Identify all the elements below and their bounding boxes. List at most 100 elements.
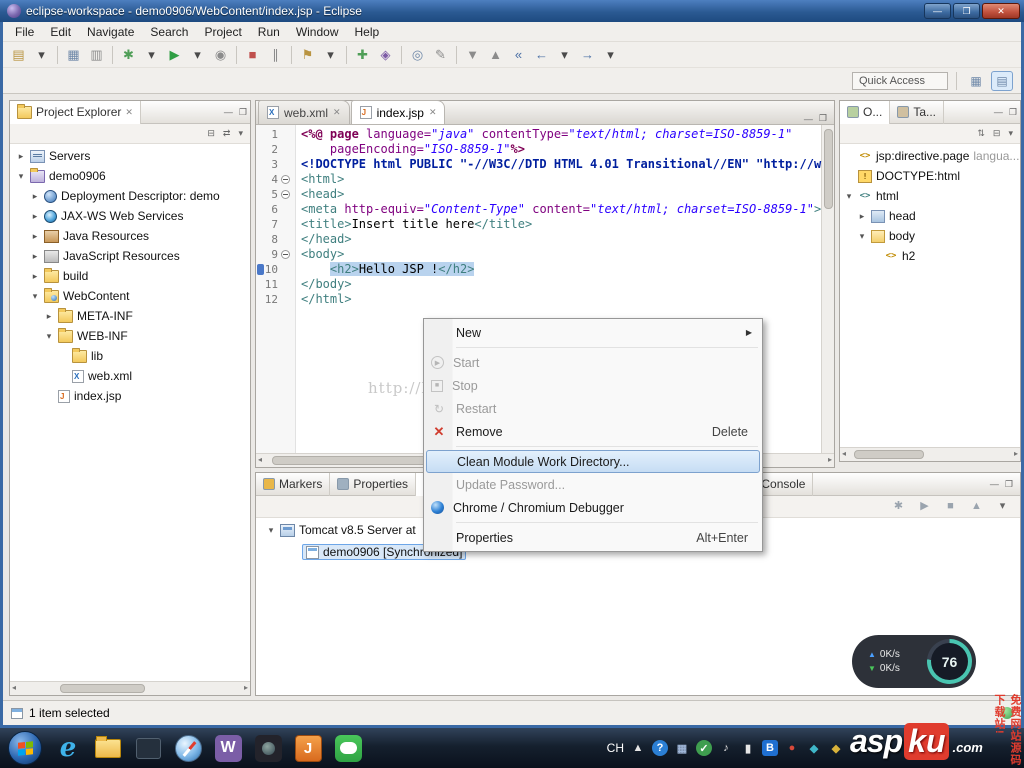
toolbar-debug-button[interactable]: ✱ [117,44,140,66]
outline-item-h2[interactable]: <>h2 [840,246,1020,266]
tree-item-build[interactable]: ▸build [10,266,250,286]
outline-item-html[interactable]: ▾<>html [840,186,1020,206]
maximize-view-icon[interactable]: ❐ [1002,479,1016,490]
minimize-editor-icon[interactable]: — [801,114,816,124]
code-line-2[interactable]: pageEncoding="ISO-8859-1"%> [301,142,834,157]
scroll-left-icon[interactable]: ◂ [12,683,16,692]
outline-item-body[interactable]: ▾body [840,226,1020,246]
taskbar-app-wechat[interactable] [330,728,366,768]
scroll-right-icon[interactable]: ▸ [244,683,248,692]
fold-collapse-icon[interactable] [281,175,290,184]
code-line-9[interactable]: <body> [301,247,834,262]
menu-item-clean-module-work-directory[interactable]: Clean Module Work Directory... [426,450,760,473]
code-line-5[interactable]: <head> [301,187,834,202]
outline-item-head[interactable]: ▸head [840,206,1020,226]
code-line-1[interactable]: <%@ page language="java" contentType="te… [301,127,834,142]
minimize-button[interactable]: — [924,3,951,19]
tree-item-deployment-descriptor-demo[interactable]: ▸Deployment Descriptor: demo [10,186,250,206]
collapse-all-icon[interactable]: ⊟ [990,128,1004,139]
toolbar-back-dropdown-button[interactable]: ▾ [553,44,576,66]
quick-access-input[interactable]: Quick Access [852,72,948,90]
expand-arrow-icon[interactable]: ▸ [857,211,867,222]
close-icon[interactable]: ✕ [125,107,133,118]
menu-item-restart[interactable]: ↻Restart [426,397,760,420]
menu-help[interactable]: Help [347,23,388,41]
toolbar-pause-button[interactable]: ∥ [264,44,287,66]
sort-icon[interactable]: ⇅ [974,128,988,139]
tray-bluetooth-icon[interactable]: B [762,740,778,756]
net-speed-widget[interactable]: ▲ 0K/s ▼ 0K/s 76 [852,635,976,688]
menu-run[interactable]: Run [250,23,288,41]
menu-item-remove[interactable]: ✕RemoveDelete [426,420,760,443]
javaee-perspective-button[interactable]: ▤ [991,71,1013,91]
minimize-view-icon[interactable]: — [987,479,1002,489]
tree-item-meta-inf[interactable]: ▸META-INF [10,306,250,326]
link-editor-icon[interactable]: ⇄ [220,128,234,139]
code-line-7[interactable]: <title>Insert title here</title> [301,217,834,232]
expand-arrow-icon[interactable]: ▸ [44,311,54,322]
minimize-view-icon[interactable]: — [991,107,1006,117]
tray-expand-icon[interactable]: ▲ [630,740,646,756]
taskbar-app-java[interactable]: J [290,728,326,768]
toolbar-coverage-button[interactable]: ◈ [374,44,397,66]
toolbar-search-button[interactable]: ◎ [406,44,429,66]
expand-arrow-icon[interactable]: ▾ [44,331,54,342]
tree-item-javascript-resources[interactable]: ▸JavaScript Resources [10,246,250,266]
taskbar-app-file-explorer[interactable] [90,728,126,768]
code-line-6[interactable]: <meta http-equiv="Content-Type" content=… [301,202,834,217]
maximize-view-icon[interactable]: ❐ [1006,107,1020,118]
expand-arrow-icon[interactable]: ▸ [30,211,40,222]
tab-project-explorer[interactable]: Project Explorer ✕ [10,101,141,124]
taskbar-app-photos[interactable] [250,728,286,768]
tree-item-web-xml[interactable]: web.xml [10,366,250,386]
toolbar-new-dropdown-button[interactable]: ▾ [30,44,53,66]
scroll-thumb[interactable] [854,450,924,459]
menu-file[interactable]: File [7,23,42,41]
menu-search[interactable]: Search [142,23,196,41]
expand-arrow-icon[interactable]: ▸ [30,231,40,242]
tray-red-icon[interactable]: ● [784,740,800,756]
taskbar-app-word[interactable]: W [210,728,246,768]
tray-briefcase-icon[interactable]: ▦ [674,740,690,756]
toolbar-start-server-button[interactable]: ▶ [913,496,936,518]
toolbar-profile-button[interactable]: ◉ [209,44,232,66]
scroll-right-icon[interactable]: ▸ [828,455,832,464]
toolbar-new-wizard-button[interactable]: ▤ [7,44,30,66]
toolbar-save-button[interactable]: ▦ [62,44,85,66]
menu-item-new[interactable]: New▶ [426,321,760,344]
open-perspective-button[interactable]: ▦ [965,71,987,91]
expand-arrow-icon[interactable]: ▸ [30,251,40,262]
toolbar-print-button[interactable]: ▥ [85,44,108,66]
toolbar-external-tools-button[interactable]: ⚑ [296,44,319,66]
menu-navigate[interactable]: Navigate [79,23,142,41]
toolbar-forward-button[interactable]: → [576,44,599,66]
menu-window[interactable]: Window [288,23,347,41]
maximize-button[interactable]: ❐ [953,3,980,19]
minimize-view-icon[interactable]: — [221,107,236,117]
menu-item-update-password[interactable]: Update Password... [426,473,760,496]
scroll-thumb[interactable] [60,684,145,693]
title-bar[interactable]: eclipse-workspace - demo0906/WebContent/… [0,0,1024,22]
toolbar-stop-button[interactable]: ■ [241,44,264,66]
toolbar-debug-server-button[interactable]: ✱ [887,496,910,518]
outline-hscrollbar[interactable]: ◂ ▸ [840,447,1020,461]
tab-properties[interactable]: Properties [330,473,416,496]
tray-green-icon[interactable]: ✓ [696,740,712,756]
toolbar-forward-dropdown-button[interactable]: ▾ [599,44,622,66]
tree-item-jax-ws-web-services[interactable]: ▸JAX-WS Web Services [10,206,250,226]
menu-edit[interactable]: Edit [42,23,79,41]
view-menu-icon[interactable]: ▾ [235,128,246,139]
toolbar-debug-dropdown-button[interactable]: ▾ [140,44,163,66]
tray-network-icon[interactable]: ▮ [740,740,756,756]
scroll-left-icon[interactable]: ◂ [842,449,846,458]
menu-project[interactable]: Project [196,23,249,41]
toolbar-run-button[interactable]: ▶ [163,44,186,66]
close-button[interactable]: ✕ [982,3,1020,19]
fold-collapse-icon[interactable] [281,190,290,199]
outline-item-jsp-directive-page[interactable]: <>jsp:directive.page langua... [840,146,1020,166]
tab-outline[interactable]: O... [840,101,890,124]
menu-item-stop[interactable]: ■Stop [426,374,760,397]
expand-arrow-icon[interactable]: ▾ [266,525,276,536]
code-line-8[interactable]: </head> [301,232,834,247]
tree-item-java-resources[interactable]: ▸Java Resources [10,226,250,246]
